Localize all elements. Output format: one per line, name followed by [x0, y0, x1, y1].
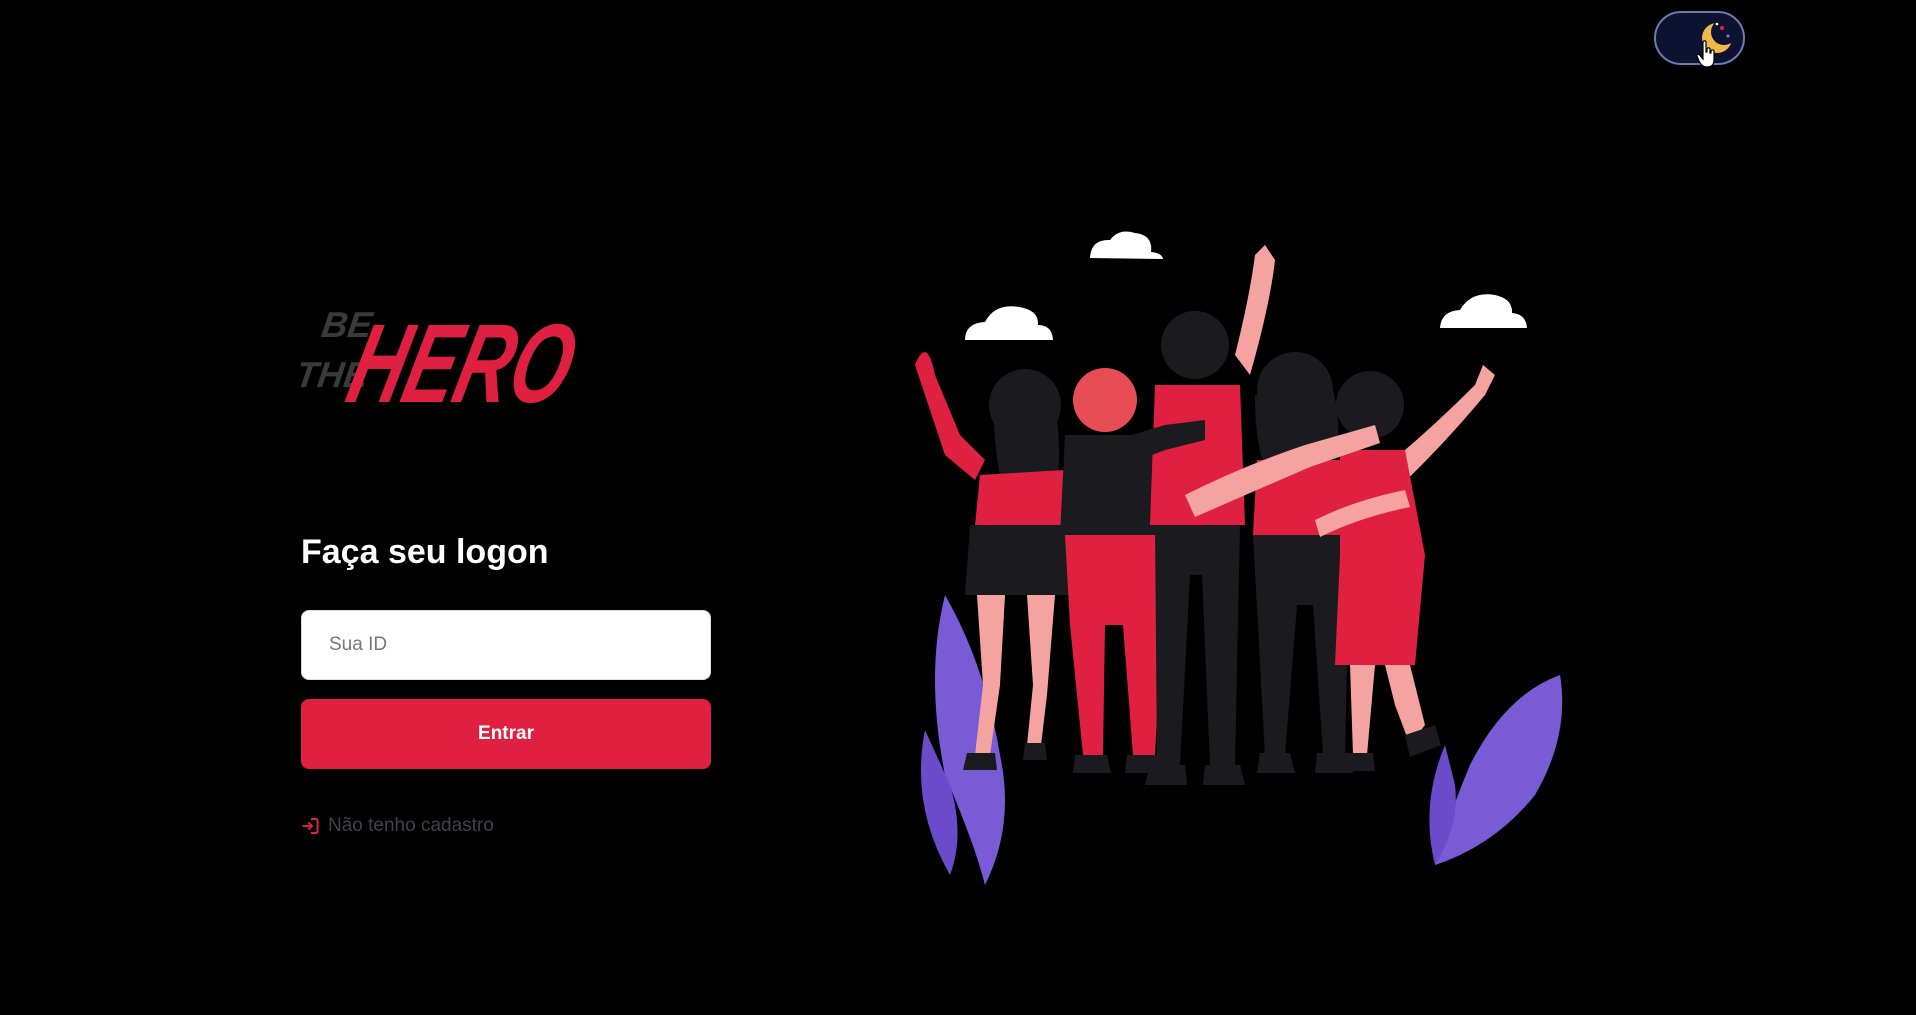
- logon-title: Faça seu logon: [301, 533, 549, 571]
- be-the-hero-logo: BE THE HERO: [301, 302, 588, 414]
- register-link-label: Não tenho cadastro: [328, 815, 494, 836]
- log-in-icon: [302, 818, 319, 834]
- register-link[interactable]: Não tenho cadastro: [301, 815, 494, 837]
- cloud-icon: [1440, 294, 1527, 328]
- hand-cursor-icon: [1696, 40, 1715, 68]
- heroes-illustration: [915, 231, 1563, 885]
- enter-button[interactable]: Entrar: [301, 699, 711, 769]
- cloud-icon: [1090, 231, 1163, 259]
- id-input[interactable]: [301, 610, 711, 680]
- logon-page: BE THE HERO Faça seu logon Entrar Não te…: [0, 0, 1916, 1015]
- logo-hero-text: HERO: [337, 302, 588, 414]
- logon-section: BE THE HERO Faça seu logon Entrar Não te…: [301, 282, 711, 840]
- cloud-icon: [965, 306, 1053, 340]
